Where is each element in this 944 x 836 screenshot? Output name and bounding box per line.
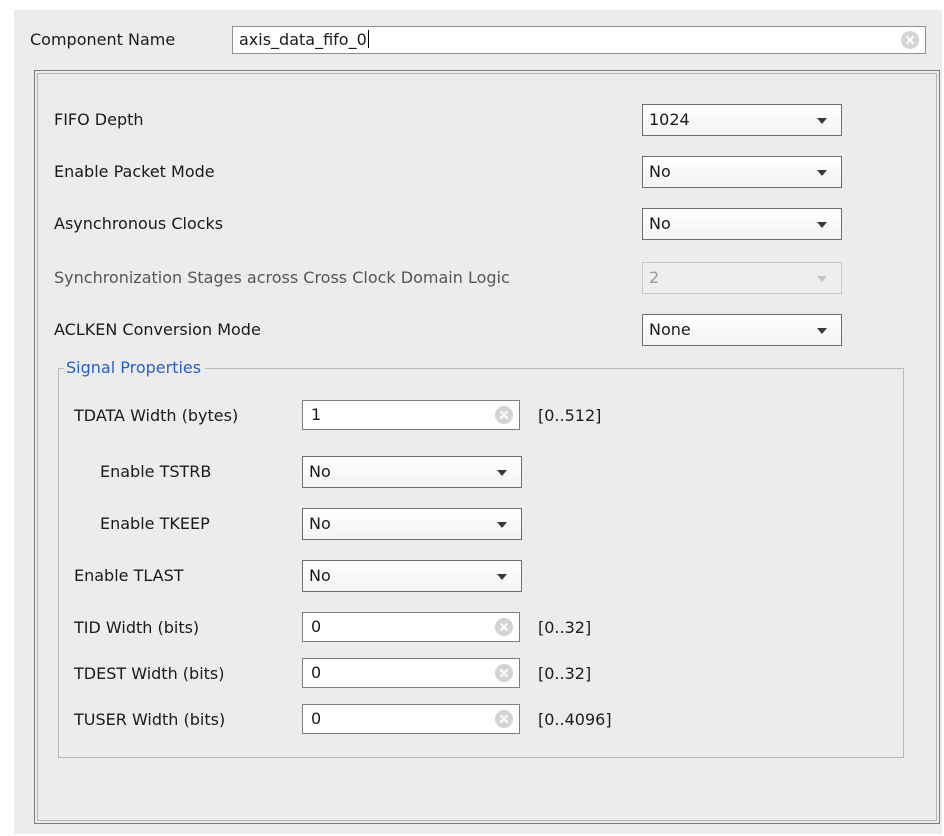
clear-icon[interactable] <box>901 31 919 49</box>
clear-icon[interactable] <box>495 406 513 424</box>
tkeep-label: Enable TKEEP <box>100 514 210 533</box>
packet-mode-value: No <box>649 162 671 181</box>
chevron-down-icon <box>817 118 827 124</box>
tdest-width-value: 0 <box>311 663 322 682</box>
signal-properties-title: Signal Properties <box>64 358 206 378</box>
chevron-down-icon <box>497 522 507 528</box>
async-clocks-value: No <box>649 214 671 233</box>
chevron-down-icon <box>817 328 827 334</box>
chevron-down-icon <box>817 276 827 282</box>
tstrb-label: Enable TSTRB <box>100 462 212 481</box>
async-clocks-dropdown[interactable]: No <box>642 208 842 240</box>
sync-stages-dropdown: 2 <box>642 262 842 294</box>
tid-width-range: [0..32] <box>538 618 592 637</box>
ip-configuration-window: Component Name axis_data_fifo_0 FIFO Dep… <box>14 10 942 834</box>
aclken-mode-value: None <box>649 320 691 339</box>
tdest-width-label: TDEST Width (bits) <box>74 664 225 683</box>
aclken-mode-label: ACLKEN Conversion Mode <box>54 320 261 339</box>
tdest-width-range: [0..32] <box>538 664 592 683</box>
clear-icon[interactable] <box>495 618 513 636</box>
tstrb-dropdown[interactable]: No <box>302 456 522 488</box>
tuser-width-range: [0..4096] <box>538 710 612 729</box>
tdest-width-input[interactable]: 0 <box>302 658 520 688</box>
clear-icon[interactable] <box>495 664 513 682</box>
tkeep-dropdown[interactable]: No <box>302 508 522 540</box>
tid-width-input[interactable]: 0 <box>302 612 520 642</box>
tstrb-value: No <box>309 462 331 481</box>
packet-mode-label: Enable Packet Mode <box>54 162 215 181</box>
clear-icon[interactable] <box>495 710 513 728</box>
fifo-depth-dropdown[interactable]: 1024 <box>642 104 842 136</box>
async-clocks-label: Asynchronous Clocks <box>54 214 224 233</box>
tlast-value: No <box>309 566 331 585</box>
tdata-width-input[interactable]: 1 <box>302 400 520 430</box>
tlast-dropdown[interactable]: No <box>302 560 522 592</box>
fifo-depth-value: 1024 <box>649 110 690 129</box>
aclken-mode-dropdown[interactable]: None <box>642 314 842 346</box>
tdata-width-range: [0..512] <box>538 406 602 425</box>
tuser-width-label: TUSER Width (bits) <box>74 710 226 729</box>
component-name-input[interactable]: axis_data_fifo_0 <box>232 26 926 54</box>
fifo-depth-label: FIFO Depth <box>54 110 144 129</box>
tdata-width-value: 1 <box>311 405 322 424</box>
chevron-down-icon <box>817 222 827 228</box>
chevron-down-icon <box>817 170 827 176</box>
tid-width-label: TID Width (bits) <box>74 618 200 637</box>
sync-stages-value: 2 <box>649 268 660 287</box>
chevron-down-icon <box>497 574 507 580</box>
tid-width-value: 0 <box>311 617 322 636</box>
packet-mode-dropdown[interactable]: No <box>642 156 842 188</box>
text-caret <box>367 30 369 48</box>
tuser-width-input[interactable]: 0 <box>302 704 520 734</box>
sync-stages-label: Synchronization Stages across Cross Cloc… <box>54 268 510 287</box>
component-name-label: Component Name <box>30 30 176 49</box>
tuser-width-value: 0 <box>311 709 322 728</box>
chevron-down-icon <box>497 470 507 476</box>
tkeep-value: No <box>309 514 331 533</box>
component-name-value: axis_data_fifo_0 <box>239 30 367 49</box>
tdata-width-label: TDATA Width (bytes) <box>74 406 239 425</box>
tlast-label: Enable TLAST <box>74 566 184 585</box>
